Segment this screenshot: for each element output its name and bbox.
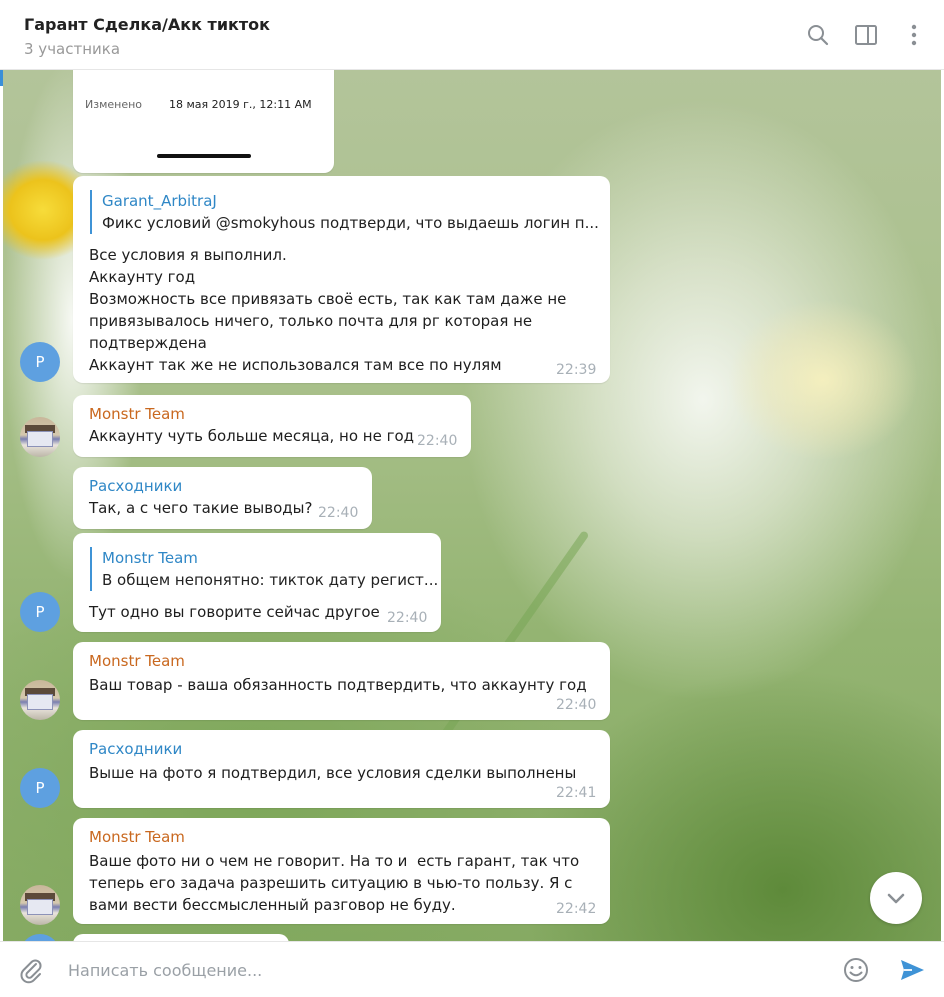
message-time: 22:39 [556,362,597,378]
message-time: 22:40 [556,697,597,713]
scroll-position-marker [0,70,3,86]
chevron-down-icon [887,893,905,904]
chat-title[interactable]: Гарант Сделка/Акк тикток [24,15,270,34]
avatar[interactable] [20,417,60,457]
message-bubble[interactable]: Расходники Так, а с чего такие выводы? 2… [73,467,372,529]
chat-header: Гарант Сделка/Акк тикток 3 участника [0,0,944,70]
message-text: Аккаунту чуть больше месяца, но не год [89,427,415,445]
participant-count[interactable]: 3 участника [24,40,120,58]
message-time: 22:40 [387,610,428,626]
file-info-value: 18 мая 2019 г., 12:11 AM [169,98,312,111]
message-text: Ваше фото ни о чем не говорит. На то и е… [89,852,580,914]
message-sender[interactable]: Расходники [89,740,182,758]
avatar[interactable] [20,885,60,925]
message-text: Так, а с чего такие выводы? [89,499,313,517]
message-bubble[interactable]: Monstr Team В общем непонятно: тикток да… [73,533,441,632]
avatar[interactable]: Р [20,592,60,632]
home-indicator-bar [157,154,251,158]
message-bubble[interactable]: Расходники Выше на фото я подтвердил, вс… [73,730,610,808]
message-bubble[interactable]: Monstr Team Ваш товар - ваша обязанность… [73,642,610,720]
file-info-card[interactable]: Изменено 18 мая 2019 г., 12:11 AM [73,70,334,173]
message-text: Все условия я выполнил. Аккаунту год Воз… [89,246,567,374]
paperclip-icon[interactable] [17,956,45,984]
message-input[interactable] [68,956,808,984]
message-text: Тут одно вы говорите сейчас другое [89,603,380,621]
reply-quote[interactable]: Garant_ArbitraJ Фикс условий @smokyhous … [90,190,599,234]
avatar[interactable] [20,680,60,720]
avatar-partial[interactable] [20,934,60,941]
message-time: 22:42 [556,901,597,917]
message-bubble[interactable]: Monstr Team Аккаунту чуть больше месяца,… [73,395,471,457]
search-icon[interactable] [805,22,831,48]
message-composer [0,941,944,997]
message-time: 22:41 [556,785,597,801]
message-sender[interactable]: Monstr Team [89,652,185,670]
send-icon[interactable] [898,956,926,984]
message-text: Ваш товар - ваша обязанность подтвердить… [89,676,587,694]
sidebar-toggle-icon[interactable] [853,22,879,48]
message-sender[interactable]: Monstr Team [89,828,185,846]
file-info-label: Изменено [85,98,143,111]
reply-text: В общем непонятно: тикток дату регист... [102,571,439,589]
message-bubble[interactable]: Monstr Team Ваше фото ни о чем не говори… [73,818,610,924]
message-bubble[interactable]: Garant_ArbitraJ Фикс условий @smokyhous … [73,176,610,383]
message-time: 22:40 [318,505,359,521]
message-bubble-partial[interactable] [73,934,289,941]
emoji-icon[interactable] [842,956,870,984]
message-text: Выше на фото я подтвердил, все условия с… [89,764,577,782]
avatar[interactable]: Р [20,342,60,382]
reply-sender: Garant_ArbitraJ [102,192,217,210]
more-vertical-icon[interactable] [901,22,927,48]
message-list[interactable]: Изменено 18 мая 2019 г., 12:11 AM Garant… [3,70,941,941]
avatar[interactable]: Р [20,768,60,808]
reply-quote[interactable]: Monstr Team В общем непонятно: тикток да… [90,547,438,591]
scroll-to-bottom-button[interactable] [870,872,922,924]
reply-sender: Monstr Team [102,549,198,567]
message-sender[interactable]: Расходники [89,477,182,495]
message-time: 22:40 [417,433,458,449]
message-sender[interactable]: Monstr Team [89,405,185,423]
reply-text: Фикс условий @smokyhous подтверди, что в… [102,214,599,232]
